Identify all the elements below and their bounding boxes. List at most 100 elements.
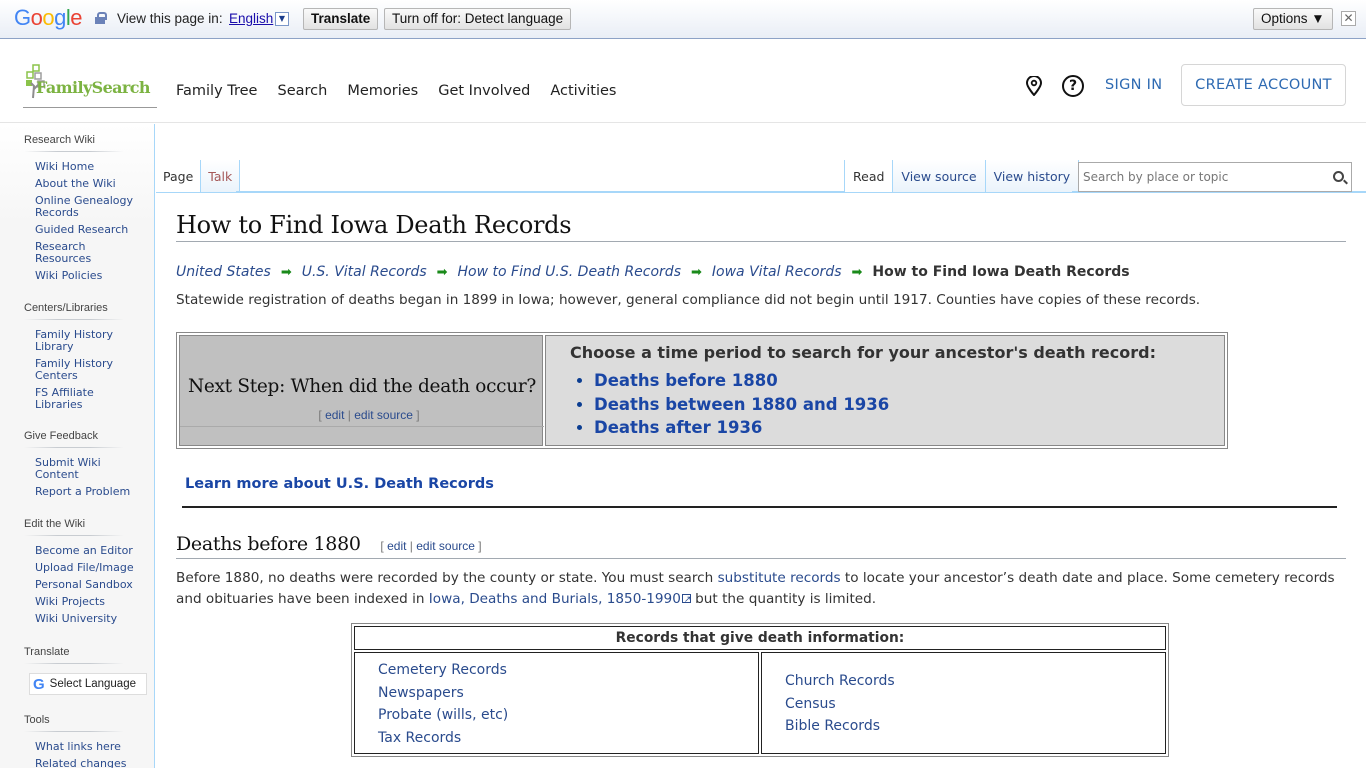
article-content: How to Find Iowa Death Records United St… bbox=[156, 192, 1366, 768]
sidebar-item-affiliate[interactable]: FS Affiliate Libraries bbox=[35, 386, 94, 411]
breadcrumb-united-states[interactable]: United States bbox=[176, 264, 271, 280]
page-title: How to Find Iowa Death Records bbox=[176, 211, 1346, 242]
substitute-records-link[interactable]: substitute records bbox=[718, 570, 841, 586]
search-input[interactable] bbox=[1079, 163, 1319, 191]
wiki-search bbox=[1078, 162, 1352, 192]
next-step-question: Next Step: When did the death occur? bbox=[187, 376, 537, 397]
deaths-1880-1936-link[interactable]: Deaths between 1880 and 1936 bbox=[594, 395, 889, 414]
section-edit-links: [ edit | edit source ] bbox=[318, 408, 420, 422]
sidebar-item-guided-research[interactable]: Guided Research bbox=[35, 223, 128, 236]
sidebar-item-about-wiki[interactable]: About the Wiki bbox=[35, 177, 116, 190]
divider bbox=[180, 426, 544, 427]
sidebar-section-research-wiki: Research Wiki Wiki Home About the Wiki O… bbox=[0, 134, 155, 287]
nav-memories[interactable]: Memories bbox=[347, 83, 418, 99]
namespace-tabs: Page Talk bbox=[156, 160, 241, 192]
intro-paragraph: Statewide registration of deaths began i… bbox=[176, 292, 1201, 308]
iowa-deaths-burials-link[interactable]: Iowa, Deaths and Burials, 1850-1990 bbox=[429, 591, 681, 607]
nav-get-involved[interactable]: Get Involved bbox=[438, 83, 530, 99]
select-language-dropdown[interactable]: G Select Language bbox=[29, 673, 147, 695]
sidebar-item-fhc[interactable]: Family History Centers bbox=[35, 357, 113, 382]
sidebar-heading: Translate bbox=[24, 646, 134, 665]
sign-in-link[interactable]: SIGN IN bbox=[1105, 77, 1162, 93]
census-link[interactable]: Census bbox=[785, 693, 1165, 716]
arrow-right-icon: ➡ bbox=[280, 264, 292, 280]
sidebar-item-fhl[interactable]: Family History Library bbox=[35, 328, 113, 353]
nav-family-tree[interactable]: Family Tree bbox=[176, 83, 257, 99]
breadcrumb-us-vital-records[interactable]: U.S. Vital Records bbox=[302, 264, 427, 280]
help-icon[interactable]: ? bbox=[1062, 75, 1084, 97]
arrow-right-icon: ➡ bbox=[851, 264, 863, 280]
sidebar-heading: Edit the Wiki bbox=[24, 518, 134, 537]
probate-link[interactable]: Probate (wills, etc) bbox=[378, 704, 758, 727]
edit-link[interactable]: edit bbox=[387, 539, 406, 553]
translate-button[interactable]: Translate bbox=[303, 8, 379, 30]
sidebar-item-what-links[interactable]: What links here bbox=[35, 740, 121, 753]
sidebar-section-feedback: Give Feedback Submit Wiki Content Report… bbox=[0, 430, 155, 503]
create-account-button[interactable]: CREATE ACCOUNT bbox=[1181, 64, 1346, 106]
sidebar-item-university[interactable]: Wiki University bbox=[35, 612, 117, 625]
arrow-right-icon: ➡ bbox=[691, 264, 702, 280]
tab-page[interactable]: Page bbox=[156, 160, 202, 192]
sidebar-item-projects[interactable]: Wiki Projects bbox=[35, 595, 105, 608]
options-button[interactable]: Options ▼ bbox=[1253, 8, 1333, 30]
main-nav: Family Tree Search Memories Get Involved… bbox=[176, 83, 616, 99]
deaths-before-1880-link[interactable]: Deaths before 1880 bbox=[594, 371, 778, 390]
records-column: Church Records Census Bible Records bbox=[761, 652, 1166, 754]
sidebar-heading: Centers/Libraries bbox=[24, 302, 134, 321]
nav-activities[interactable]: Activities bbox=[550, 83, 616, 99]
sidebar-section-tools: Tools What links here Related changes bbox=[0, 714, 155, 768]
breadcrumb-current: How to Find Iowa Death Records bbox=[872, 264, 1130, 280]
sidebar-section-translate: Translate G Select Language bbox=[0, 646, 155, 695]
lock-icon bbox=[95, 12, 107, 24]
sidebar-item-wiki-home[interactable]: Wiki Home bbox=[35, 160, 94, 173]
language-dropdown-icon[interactable]: ▼ bbox=[275, 12, 289, 26]
breadcrumb-us-death-records[interactable]: How to Find U.S. Death Records bbox=[458, 264, 681, 280]
sidebar-item-online-records[interactable]: Online Genealogy Records bbox=[35, 194, 133, 219]
sidebar-item-upload[interactable]: Upload File/Image bbox=[35, 561, 134, 574]
tab-read[interactable]: Read bbox=[844, 160, 894, 192]
bible-records-link[interactable]: Bible Records bbox=[785, 715, 1165, 738]
sidebar-heading: Tools bbox=[24, 714, 134, 733]
time-period-heading: Choose a time period to search for your … bbox=[570, 343, 1156, 362]
section-title: Deaths before 1880 bbox=[176, 533, 361, 555]
edit-link[interactable]: edit bbox=[325, 408, 344, 422]
deaths-after-1936-link[interactable]: Deaths after 1936 bbox=[594, 418, 762, 437]
next-step-question-cell: Next Step: When did the death occur? [ e… bbox=[179, 335, 544, 446]
tab-view-history[interactable]: View history bbox=[985, 160, 1080, 192]
section-heading: Deaths before 1880 [ edit | edit source … bbox=[176, 533, 1346, 559]
nav-search[interactable]: Search bbox=[277, 83, 327, 99]
familysearch-logo[interactable]: FamilySearch bbox=[23, 64, 157, 108]
location-pin-icon[interactable] bbox=[1025, 76, 1043, 96]
sidebar-section-centers: Centers/Libraries Family History Library… bbox=[0, 302, 155, 416]
external-link-icon bbox=[681, 590, 691, 611]
language-link[interactable]: English bbox=[229, 11, 273, 26]
sidebar-heading: Give Feedback bbox=[24, 430, 134, 449]
section-edit-links: [ edit | edit source ] bbox=[380, 539, 482, 553]
learn-more-link[interactable]: Learn more about U.S. Death Records bbox=[185, 476, 494, 492]
google-g-icon: G bbox=[33, 675, 45, 693]
tab-view-source[interactable]: View source bbox=[893, 160, 986, 192]
sidebar-heading: Research Wiki bbox=[24, 134, 134, 153]
tab-talk[interactable]: Talk bbox=[201, 160, 241, 192]
sidebar-item-submit-content[interactable]: Submit Wiki Content bbox=[35, 456, 101, 481]
close-icon[interactable]: ✕ bbox=[1341, 11, 1356, 26]
divider bbox=[182, 506, 1337, 508]
sidebar-item-research-resources[interactable]: Research Resources bbox=[35, 240, 91, 265]
sidebar-item-become-editor[interactable]: Become an Editor bbox=[35, 544, 133, 557]
turn-off-button[interactable]: Turn off for: Detect language bbox=[384, 8, 572, 30]
edit-source-link[interactable]: edit source bbox=[416, 539, 475, 553]
sidebar-item-report-problem[interactable]: Report a Problem bbox=[35, 485, 130, 498]
sidebar-item-sandbox[interactable]: Personal Sandbox bbox=[35, 578, 133, 591]
sidebar-item-related-changes[interactable]: Related changes bbox=[35, 757, 127, 768]
newspapers-link[interactable]: Newspapers bbox=[378, 682, 758, 705]
church-records-link[interactable]: Church Records bbox=[785, 670, 1165, 693]
edit-source-link[interactable]: edit source bbox=[354, 408, 413, 422]
sidebar-section-edit: Edit the Wiki Become an Editor Upload Fi… bbox=[0, 518, 155, 630]
logo-text: FamilySearch bbox=[36, 78, 151, 97]
search-icon[interactable] bbox=[1333, 171, 1344, 182]
sidebar-item-wiki-policies[interactable]: Wiki Policies bbox=[35, 269, 102, 282]
breadcrumb-iowa-vital-records[interactable]: Iowa Vital Records bbox=[712, 264, 842, 280]
tax-records-link[interactable]: Tax Records bbox=[378, 727, 758, 750]
cemetery-records-link[interactable]: Cemetery Records bbox=[378, 659, 758, 682]
records-column: Cemetery Records Newspapers Probate (wil… bbox=[354, 652, 759, 754]
